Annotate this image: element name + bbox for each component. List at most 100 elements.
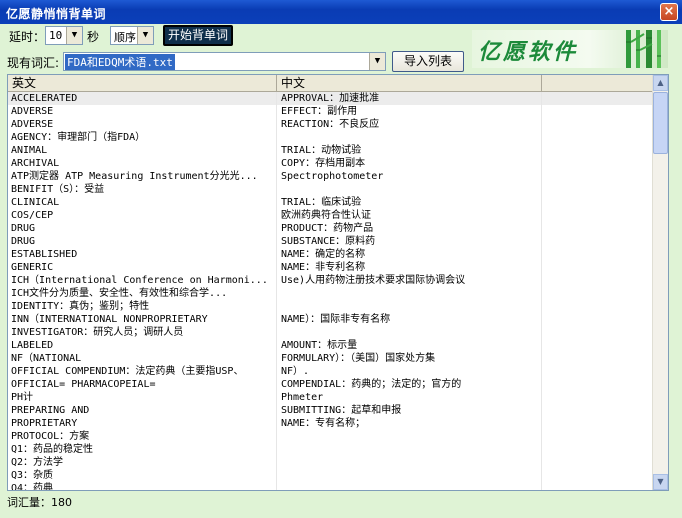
table-row[interactable]: ADVERSE REACTION：不良反应 xyxy=(8,118,654,131)
chevron-down-icon[interactable]: ▼ xyxy=(137,27,153,44)
cell-chinese: PRODUCT：药物产品 xyxy=(281,223,374,234)
table-row[interactable]: BENIFIT（S）：受益 xyxy=(8,183,654,196)
table-row[interactable]: GENERIC NAME：非专利名称 xyxy=(8,261,654,274)
cell-chinese: NF）. xyxy=(281,366,310,377)
order-value: 顺序 xyxy=(114,31,136,44)
cell-english: ATP测定器 ATP Measuring Instrument分光光... xyxy=(11,171,258,182)
scroll-up-icon[interactable]: ▲ xyxy=(653,75,668,91)
cell-english: LABELED xyxy=(11,340,54,351)
table-row[interactable]: INVESTIGATOR：研究人员；调研人员 xyxy=(8,326,654,339)
cell-chinese: Phmeter xyxy=(281,392,324,403)
cell-english: ADVERSE xyxy=(11,106,54,117)
table-row[interactable]: ARCHIVAL COPY：存档用副本 xyxy=(8,157,654,170)
table-header: 英文 中文 xyxy=(8,75,654,92)
table-row[interactable]: ACCELERATED APPROVAL：加速批准 xyxy=(8,92,654,105)
delay-value: 10 xyxy=(49,29,63,42)
delay-select[interactable]: 10 ▼ xyxy=(45,26,83,45)
table-row[interactable]: DRUG PRODUCT：药物产品 xyxy=(8,222,654,235)
table-row[interactable]: Q2：方法学 xyxy=(8,456,654,469)
scroll-thumb[interactable] xyxy=(653,92,668,154)
cell-english: OFFICIAL COMPENDIUM：法定药典（主要指USP、 xyxy=(11,366,244,377)
cell-english: PROTOCOL：方案 xyxy=(11,431,90,442)
table-row[interactable]: ATP测定器 ATP Measuring Instrument分光光... Spe… xyxy=(8,170,654,183)
brand-logo: 亿愿软件 xyxy=(472,30,668,68)
cell-chinese: AMOUNT：标示量 xyxy=(281,340,358,351)
cell-english: Q3：杂质 xyxy=(11,470,54,481)
cell-english: NF（NATIONAL xyxy=(11,353,82,364)
scroll-down-icon[interactable]: ▼ xyxy=(653,474,668,490)
title-bar: 亿愿静悄悄背单词 × xyxy=(0,0,682,24)
table-row[interactable]: INN（INTERNATIONAL NONPROPRIETARY NAME）：国际… xyxy=(8,313,654,326)
seconds-label: 秒 xyxy=(87,30,100,44)
column-header-english[interactable]: 英文 xyxy=(8,75,277,92)
cell-english: PREPARING AND xyxy=(11,405,90,416)
cell-english: ANIMAL xyxy=(11,145,48,156)
delay-label: 延时： xyxy=(9,30,46,44)
cell-chinese: TRIAL：动物试验 xyxy=(281,145,362,156)
cell-chinese: NAME）：国际非专有名称 xyxy=(281,314,391,325)
table-row[interactable]: PREPARING AND SUBMITTING：起草和申报 xyxy=(8,404,654,417)
close-button[interactable]: × xyxy=(660,3,678,21)
table-row[interactable]: PROTOCOL：方案 xyxy=(8,430,654,443)
table-row[interactable]: DRUG SUBSTANCE：原料药 xyxy=(8,235,654,248)
table-row[interactable]: PH计 Phmeter xyxy=(8,391,654,404)
cell-chinese: Spectrophotometer xyxy=(281,171,384,182)
chevron-down-icon[interactable]: ▼ xyxy=(66,27,82,44)
table-row[interactable]: AGENCY：审理部门（指FDA） xyxy=(8,131,654,144)
vocab-file-value: FDA和EDQM术语.txt xyxy=(65,54,175,70)
cell-english: BENIFIT（S）：受益 xyxy=(11,184,105,195)
cell-chinese: COMPENDIAL：药典的；法定的；官方的 xyxy=(281,379,462,390)
cell-english: INVESTIGATOR：研究人员；调研人员 xyxy=(11,327,184,338)
cell-english: ESTABLISHED xyxy=(11,249,78,260)
cell-english: Q1：药品的稳定性 xyxy=(11,444,94,455)
table-row[interactable]: PROPRIETARY NAME：专有名称； xyxy=(8,417,654,430)
table-row[interactable]: NF（NATIONAL FORMULARY）：（美国）国家处方集 xyxy=(8,352,654,365)
table-row[interactable]: ESTABLISHED NAME：确定的名称 xyxy=(8,248,654,261)
vocab-file-select[interactable]: FDA和EDQM术语.txt ▼ xyxy=(63,52,386,71)
cell-english: DRUG xyxy=(11,236,36,247)
cell-chinese: COPY：存档用副本 xyxy=(281,158,366,169)
table-row[interactable]: ICH（International Conference on Harmoni.… xyxy=(8,274,654,287)
table-row[interactable]: CLINICAL TRIAL：临床试验 xyxy=(8,196,654,209)
cell-english: OFFICIAL= PHARMACOPEIAL= xyxy=(11,379,156,390)
cell-chinese: 欧洲药典符合性认证 xyxy=(281,210,371,221)
cell-english: ADVERSE xyxy=(11,119,54,130)
table-row[interactable]: OFFICIAL COMPENDIUM：法定药典（主要指USP、 NF）. xyxy=(8,365,654,378)
order-select[interactable]: 顺序 ▼ xyxy=(110,26,154,45)
cell-english: Q2：方法学 xyxy=(11,457,64,468)
start-button[interactable]: 开始背单词 xyxy=(163,25,233,46)
cell-chinese: EFFECT：副作用 xyxy=(281,106,358,117)
table-row[interactable]: Q3：杂质 xyxy=(8,469,654,482)
cell-english: ICH文件分为质量、安全性、有效性和综合学... xyxy=(11,288,228,299)
table-row[interactable]: OFFICIAL= PHARMACOPEIAL= COMPENDIAL：药典的；法… xyxy=(8,378,654,391)
cell-chinese: REACTION：不良反应 xyxy=(281,119,380,130)
current-vocab-label: 现有词汇: xyxy=(7,56,60,70)
vocab-table[interactable]: 英文 中文 ACCELERATED APPROVAL：加速批准 ADVERSE EFF… xyxy=(7,74,669,491)
table-row[interactable]: COS/CEP 欧洲药典符合性认证 xyxy=(8,209,654,222)
vertical-scrollbar[interactable]: ▲ ▼ xyxy=(652,75,668,490)
cell-english: PROPRIETARY xyxy=(11,418,78,429)
import-list-button[interactable]: 导入列表 xyxy=(392,51,464,72)
column-header-chinese[interactable]: 中文 xyxy=(277,75,542,92)
cell-english: GENERIC xyxy=(11,262,54,273)
cell-english: CLINICAL xyxy=(11,197,60,208)
cell-chinese: SUBMITTING：起草和申报 xyxy=(281,405,402,416)
cell-chinese: Use)人用药物注册技术要求国际协调会议 xyxy=(281,275,466,286)
cell-chinese: APPROVAL：加速批准 xyxy=(281,93,380,104)
cell-english: Q4：药典 xyxy=(11,483,54,491)
table-row[interactable]: Q1：药品的稳定性 xyxy=(8,443,654,456)
window-title: 亿愿静悄悄背单词 xyxy=(6,7,107,21)
cell-english: ICH（International Conference on Harmoni.… xyxy=(11,275,268,286)
chevron-down-icon[interactable]: ▼ xyxy=(369,53,385,70)
cell-english: IDENTITY：真伪；鉴别；特性 xyxy=(11,301,150,312)
bamboo-icon xyxy=(626,30,661,68)
cell-chinese: TRIAL：临床试验 xyxy=(281,197,362,208)
table-row[interactable]: IDENTITY：真伪；鉴别；特性 xyxy=(8,300,654,313)
cell-english: ACCELERATED xyxy=(11,93,78,104)
table-row[interactable]: ADVERSE EFFECT：副作用 xyxy=(8,105,654,118)
table-row[interactable]: LABELED AMOUNT：标示量 xyxy=(8,339,654,352)
table-row[interactable]: Q4：药典 xyxy=(8,482,654,491)
table-row[interactable]: ANIMAL TRIAL：动物试验 xyxy=(8,144,654,157)
cell-english: DRUG xyxy=(11,223,36,234)
table-row[interactable]: ICH文件分为质量、安全性、有效性和综合学... xyxy=(8,287,654,300)
